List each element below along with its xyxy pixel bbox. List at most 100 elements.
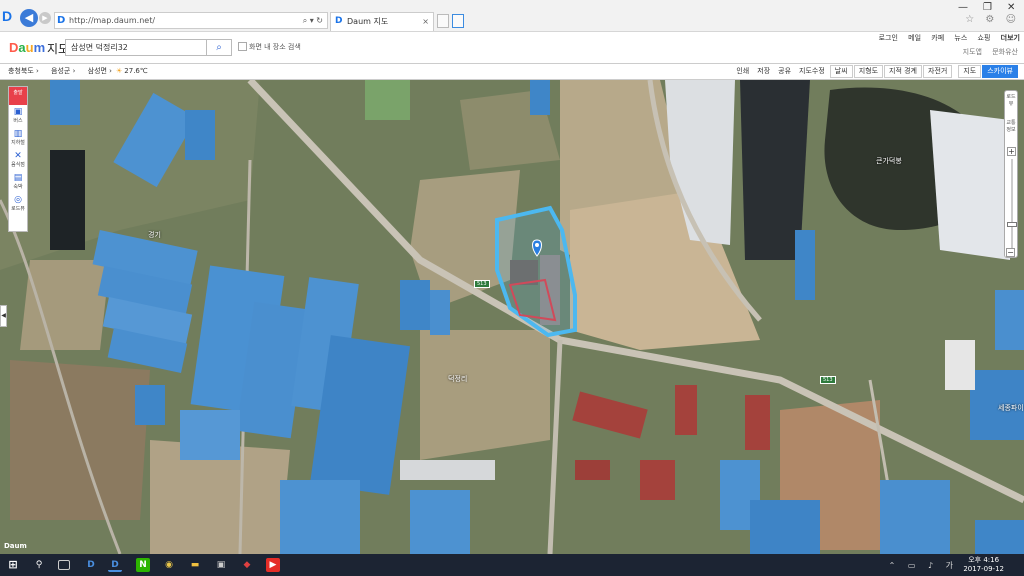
clock-date: 2017-09-12: [963, 565, 1004, 573]
app-icon[interactable]: ◆: [240, 558, 254, 572]
site-favicon-icon: D: [57, 15, 66, 26]
logo-letter: u: [25, 40, 34, 55]
share-button[interactable]: 공유: [774, 65, 795, 78]
zoom-in-button[interactable]: +: [1007, 147, 1016, 156]
heritage-link[interactable]: 문화유산: [992, 48, 1018, 56]
login-link[interactable]: 로그인: [879, 34, 898, 42]
zoom-control: 로드뷰 교통정보 +: [1004, 90, 1018, 258]
start-label: 출발: [13, 90, 23, 96]
tab-favicon-icon: D: [335, 16, 343, 26]
bus-button[interactable]: ▣ 버스: [9, 105, 27, 127]
print-button[interactable]: 인쇄: [732, 65, 753, 78]
zoom-out-button[interactable]: −: [1006, 248, 1015, 257]
breadcrumb-county[interactable]: 음성군 ›: [51, 67, 75, 75]
weather[interactable]: ☀ 27.6℃: [116, 64, 148, 79]
map-label: 덕정리: [448, 375, 468, 383]
map-view-button[interactable]: 지도: [958, 65, 982, 78]
map-footer-logo: Daum: [4, 542, 27, 550]
folder-icon[interactable]: ▬: [188, 558, 202, 572]
lodging-label: 숙박: [13, 184, 23, 190]
map-app-link[interactable]: 지도앱: [963, 48, 982, 56]
forward-button[interactable]: ▶: [39, 12, 51, 24]
mail-link[interactable]: 메일: [908, 34, 921, 42]
cadastral-toggle[interactable]: 지적 경계: [884, 65, 923, 78]
start-button[interactable]: ⊞: [6, 558, 20, 572]
shopping-link[interactable]: 쇼핑: [978, 34, 991, 42]
back-button[interactable]: ◀: [20, 9, 38, 27]
taskbar: ⊞ ⚲ D D N ◉ ▬ ▣ ◆ ▶ ⌃ ▭ ♪ 가 오후 4:16 2017…: [0, 554, 1024, 576]
panel-collapse-button[interactable]: ◀: [0, 305, 7, 327]
address-url: http://map.daum.net/: [69, 16, 156, 25]
bus-icon: ▣: [13, 107, 23, 117]
pond-label: 큰가덕봉: [876, 157, 902, 165]
more-link[interactable]: 더보기: [1001, 34, 1020, 42]
breadcrumb-town[interactable]: 삼성면 ›: [88, 67, 112, 75]
area-search-label: 화면 내 장소 검색: [249, 43, 301, 51]
traffic-toggle[interactable]: 교통정보: [1005, 117, 1017, 133]
clock[interactable]: 오후 4:16 2017-09-12: [963, 556, 1004, 574]
subway-label: 지하철: [11, 140, 25, 146]
search-button[interactable]: ⚲: [32, 558, 46, 572]
logo-letter: D: [9, 40, 19, 55]
news-link[interactable]: 뉴스: [954, 34, 967, 42]
map-label: 경기: [148, 231, 161, 239]
terrain-toggle[interactable]: 지형도: [853, 65, 884, 78]
daum-browser-icon[interactable]: D: [108, 558, 122, 572]
tab-daum-map[interactable]: D Daum 지도 ×: [330, 12, 434, 31]
search-button[interactable]: ⌕: [207, 39, 232, 56]
temperature: 27.6℃: [124, 67, 148, 75]
satellite-map[interactable]: 큰가덕봉 경기 덕정리 세종파이 513 513: [0, 80, 1024, 554]
clock-time: 오후 4:16: [968, 556, 1000, 564]
edit-map-button[interactable]: 지도수정: [795, 65, 829, 78]
area-search-checkbox[interactable]: [238, 42, 247, 51]
road-number-badge: 513: [474, 280, 490, 288]
system-tray[interactable]: ⌃ ▭ ♪ 가: [889, 560, 958, 571]
bicycle-toggle[interactable]: 자전거: [923, 65, 953, 78]
left-tool-panel: 출발 ▣ 버스 ▥ 지하철 ✕ 음식점 ▤ 숙박 ◎ 로드뷰: [8, 86, 28, 232]
browser-toolbar-icons[interactable]: ☆ ⚙ ☺: [965, 14, 1020, 25]
browser-logo-icon: D: [2, 8, 13, 24]
start-route-button[interactable]: 출발: [9, 87, 27, 105]
browser-chrome: D ◀ ▶ D http://map.daum.net/ ⌕ ▾ ↻ D Dau…: [0, 0, 1024, 32]
skyview-button[interactable]: 스카이뷰: [982, 65, 1018, 78]
store-icon[interactable]: ▣: [214, 558, 228, 572]
zoom-track[interactable]: [1011, 159, 1013, 251]
road-number-badge: 513: [820, 376, 836, 384]
address-tools[interactable]: ⌕ ▾ ↻: [303, 13, 323, 28]
logo-letter: m: [33, 40, 46, 55]
logo-letter: a: [18, 40, 26, 55]
lodging-button[interactable]: ▤ 숙박: [9, 171, 27, 193]
service-links: 로그인 메일 카페 뉴스 쇼핑 더보기: [871, 33, 1020, 43]
sun-icon: ☀: [116, 67, 123, 75]
youtube-icon[interactable]: ▶: [266, 558, 280, 572]
daum-app-icon[interactable]: D: [84, 558, 98, 572]
save-button[interactable]: 저장: [753, 65, 774, 78]
breadcrumb: 충청북도 › 음성군 › 삼성면 ›: [8, 64, 122, 79]
task-view-button[interactable]: [58, 560, 70, 570]
roadview-label: 로드뷰: [11, 206, 25, 212]
restaurant-icon: ✕: [14, 151, 22, 161]
roadview-toggle[interactable]: 로드뷰: [1005, 91, 1017, 107]
ie-icon[interactable]: [452, 14, 464, 28]
minimize-button[interactable]: —: [958, 2, 968, 13]
map-options: 인쇄 저장 공유 지도수정 날씨 지형도 지적 경계 자전거 지도 스카이뷰: [732, 65, 1018, 78]
address-bar[interactable]: D http://map.daum.net/ ⌕ ▾ ↻: [54, 12, 328, 29]
naver-icon[interactable]: N: [136, 558, 150, 572]
restaurant-button[interactable]: ✕ 음식점: [9, 149, 27, 171]
lodging-icon: ▤: [13, 173, 23, 183]
new-tab-button[interactable]: [437, 14, 449, 28]
maximize-button[interactable]: ❐: [983, 2, 992, 13]
daum-logo[interactable]: Daum: [9, 40, 45, 55]
cafe-link[interactable]: 카페: [931, 34, 944, 42]
roadview-button[interactable]: ◎ 로드뷰: [9, 193, 27, 215]
weather-toggle[interactable]: 날씨: [829, 65, 853, 78]
tab-close-icon[interactable]: ×: [422, 13, 429, 30]
zoom-slider-handle[interactable]: [1007, 222, 1017, 228]
close-window-button[interactable]: ✕: [1007, 2, 1015, 13]
subway-icon: ▥: [13, 129, 23, 139]
bus-label: 버스: [13, 118, 23, 124]
chrome-icon[interactable]: ◉: [162, 558, 176, 572]
search-input[interactable]: 삼성면 덕정리32: [65, 39, 207, 56]
subway-button[interactable]: ▥ 지하철: [9, 127, 27, 149]
breadcrumb-province[interactable]: 충청북도 ›: [8, 67, 39, 75]
